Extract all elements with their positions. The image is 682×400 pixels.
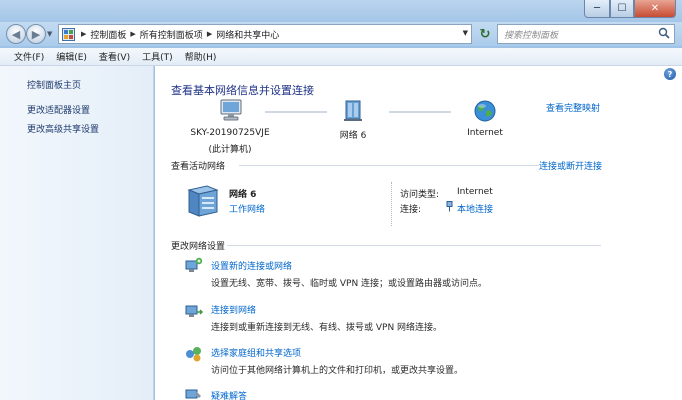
homegroup-icon: [185, 346, 203, 365]
refresh-button[interactable]: ↻: [476, 25, 494, 43]
recent-pages-dropdown-icon[interactable]: ▼: [47, 30, 52, 38]
search-input[interactable]: 搜索控制面板: [497, 24, 675, 44]
page-title: 查看基本网络信息并设置连接: [171, 84, 314, 97]
breadcrumb-network-center[interactable]: 网络和共享中心: [216, 28, 279, 41]
menu-help[interactable]: 帮助(H): [179, 50, 223, 63]
network-map-label: 网络 6: [339, 131, 367, 141]
change-settings-title: 更改网络设置: [171, 242, 226, 252]
connection-label: 连接:: [400, 205, 422, 215]
arrow-left-icon: ◀: [11, 27, 21, 41]
task-homegroup-desc: 访问位于其他网络计算机上的文件和打印机，或更改共享设置。: [211, 366, 464, 376]
arrow-right-icon: ▶: [31, 27, 41, 41]
main-content: ? 查看基本网络信息并设置连接 查看完整映射 SKY-20190725VJE (…: [155, 66, 682, 400]
maximize-button[interactable]: ☐: [610, 0, 634, 18]
connect-disconnect-link[interactable]: 连接或断开连接: [539, 159, 602, 172]
title-bar: ─ ☐ ✕: [0, 0, 682, 22]
connection-line: [389, 111, 451, 113]
new-connection-icon: [185, 257, 203, 276]
connection-line: [265, 111, 327, 113]
breadcrumb-separator-icon[interactable]: ▶: [81, 30, 86, 38]
navigation-bar: ◀ ▶ ▼ ▶ 控制面板 ▶ 所有控制面板项 ▶ 网络和共享中心 ▼ ↻ 搜索控…: [0, 22, 682, 46]
menu-bar: 文件(F) 编辑(E) 查看(V) 工具(T) 帮助(H): [0, 48, 682, 66]
search-placeholder: 搜索控制面板: [504, 30, 559, 41]
menu-tools[interactable]: 工具(T): [136, 50, 179, 63]
address-dropdown-icon[interactable]: ▼: [463, 29, 468, 37]
network-bench-icon: [185, 184, 221, 221]
computer-name: SKY-20190725VJE: [190, 128, 270, 138]
computer-sub-label: (此计算机): [208, 145, 252, 155]
window-controls: ─ ☐ ✕: [584, 0, 676, 18]
sidebar-item-adapter-settings[interactable]: 更改适配器设置: [27, 103, 90, 116]
breadcrumb-all-items[interactable]: 所有控制面板项: [140, 28, 203, 41]
local-connection-icon: [445, 201, 454, 215]
network-type-link[interactable]: 工作网络: [229, 202, 265, 215]
back-button[interactable]: ◀: [6, 24, 26, 44]
breadcrumb-separator-icon[interactable]: ▶: [130, 30, 135, 38]
local-connection-link[interactable]: 本地连接: [457, 202, 493, 215]
control-panel-icon: [59, 25, 77, 43]
task-new-connection-link[interactable]: 设置新的连接或网络: [211, 259, 292, 272]
minimize-button[interactable]: ─: [584, 0, 610, 18]
active-network-name: 网络 6: [229, 190, 257, 200]
section-divider: [227, 245, 601, 246]
menu-file[interactable]: 文件(F): [8, 50, 50, 63]
section-divider: [239, 165, 539, 166]
breadcrumb-control-panel[interactable]: 控制面板: [90, 28, 126, 41]
forward-button[interactable]: ▶: [26, 24, 46, 44]
computer-icon: [219, 99, 243, 124]
internet-label: Internet: [467, 128, 503, 138]
globe-icon: [473, 99, 497, 126]
sidebar-item-advanced-sharing[interactable]: 更改高级共享设置: [27, 122, 99, 135]
menu-view[interactable]: 查看(V): [93, 50, 136, 63]
refresh-icon: ↻: [479, 26, 491, 42]
see-full-map-link[interactable]: 查看完整映射: [546, 101, 600, 114]
network-icon: [343, 100, 363, 125]
access-type-value: Internet: [457, 187, 493, 197]
active-networks-title: 查看活动网络: [171, 162, 226, 172]
troubleshoot-icon: [185, 388, 203, 400]
task-new-connection-desc: 设置无线、宽带、拨号、临时或 VPN 连接；或设置路由器或访问点。: [211, 279, 488, 289]
search-icon[interactable]: [658, 27, 670, 42]
close-button[interactable]: ✕: [634, 0, 676, 18]
vertical-divider: [391, 182, 392, 226]
menu-edit[interactable]: 编辑(E): [50, 50, 93, 63]
access-type-label: 访问类型:: [400, 190, 440, 200]
breadcrumb-separator-icon[interactable]: ▶: [207, 30, 212, 38]
connect-network-icon: [185, 303, 204, 322]
task-connect-network-link[interactable]: 连接到网络: [211, 303, 256, 316]
sidebar-item-control-panel-home[interactable]: 控制面板主页: [27, 78, 81, 91]
address-bar[interactable]: ▶ 控制面板 ▶ 所有控制面板项 ▶ 网络和共享中心 ▼: [58, 24, 472, 44]
task-homegroup-link[interactable]: 选择家庭组和共享选项: [211, 346, 301, 359]
help-icon[interactable]: ?: [664, 68, 676, 80]
task-troubleshoot-link[interactable]: 疑难解答: [211, 389, 247, 400]
task-connect-network-desc: 连接到或重新连接到无线、有线、拨号或 VPN 网络连接。: [211, 323, 443, 333]
sidebar: 控制面板主页 更改适配器设置 更改高级共享设置: [0, 66, 154, 400]
